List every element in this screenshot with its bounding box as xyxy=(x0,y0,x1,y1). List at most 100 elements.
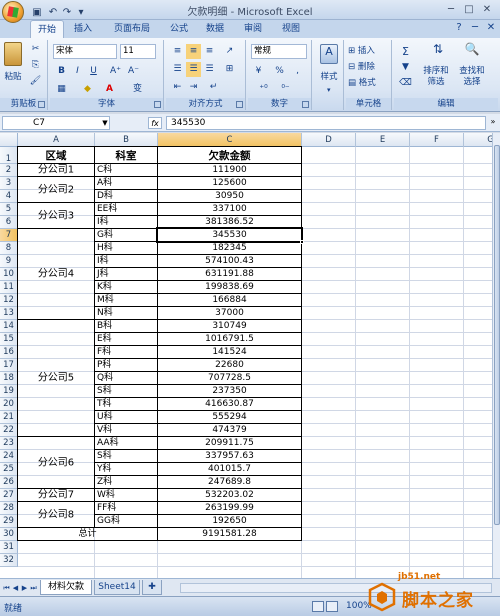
tab-formulas[interactable]: 公式 xyxy=(164,20,194,38)
amount-cell[interactable]: 631191.88 xyxy=(157,267,302,281)
row-header[interactable]: 30 xyxy=(0,528,18,541)
font-color-button[interactable]: A xyxy=(102,82,117,97)
amount-cell[interactable]: 166884 xyxy=(157,293,302,307)
fill-handle[interactable] xyxy=(300,240,304,244)
header-cell[interactable]: 欠款金额 xyxy=(157,146,302,164)
find-select-icon[interactable]: 🔍 xyxy=(464,42,480,62)
column-header[interactable]: B xyxy=(95,133,158,147)
region-cell[interactable]: 分公司3 xyxy=(17,202,95,229)
row-header[interactable]: 18 xyxy=(0,372,18,385)
dialog-launcher-icon[interactable] xyxy=(236,101,243,108)
row-header[interactable]: 27 xyxy=(0,489,18,502)
row-header[interactable]: 3 xyxy=(0,177,18,190)
row-header[interactable]: 20 xyxy=(0,398,18,411)
region-cell[interactable]: 分公司1 xyxy=(17,163,95,177)
amount-cell[interactable]: 555294 xyxy=(157,410,302,424)
tab-data[interactable]: 数据 xyxy=(200,20,230,38)
ribbon-minimize-icon[interactable]: ─ xyxy=(468,22,482,36)
dept-cell[interactable]: U科 xyxy=(94,410,158,424)
format-cells-button[interactable]: ▤ 格式 xyxy=(348,76,376,88)
amount-cell[interactable]: 30950 xyxy=(157,189,302,203)
row-header[interactable]: 11 xyxy=(0,281,18,294)
close-button[interactable]: ✕ xyxy=(478,2,496,17)
row-header[interactable]: 21 xyxy=(0,411,18,424)
total-label-cell[interactable]: 总计 xyxy=(17,527,158,541)
clear-icon[interactable]: ⌫ xyxy=(398,76,413,91)
border-icon[interactable]: ▦ xyxy=(54,82,69,97)
dept-cell[interactable]: A科 xyxy=(94,176,158,190)
amount-cell[interactable]: 310749 xyxy=(157,319,302,333)
dialog-launcher-icon[interactable] xyxy=(154,101,161,108)
dept-cell[interactable]: D科 xyxy=(94,189,158,203)
vertical-scrollbar[interactable] xyxy=(492,133,500,578)
column-header[interactable]: D xyxy=(302,133,356,147)
region-cell[interactable]: 分公司4 xyxy=(17,228,95,320)
merge-center-icon[interactable]: ⊞ xyxy=(222,62,237,77)
region-cell[interactable]: 分公司8 xyxy=(17,501,95,528)
phonetic-button[interactable]: 变 xyxy=(130,82,145,97)
dept-cell[interactable]: J科 xyxy=(94,267,158,281)
wrap-text-icon[interactable]: ↵ xyxy=(206,80,221,95)
amount-cell[interactable]: 125600 xyxy=(157,176,302,190)
dept-cell[interactable]: FF科 xyxy=(94,501,158,515)
row-header[interactable]: 25 xyxy=(0,463,18,476)
redo-icon[interactable]: ↷ xyxy=(60,6,74,20)
font-size-select[interactable]: 11 xyxy=(120,44,156,59)
amount-cell[interactable]: 263199.99 xyxy=(157,501,302,515)
styles-button[interactable]: 样式 xyxy=(314,70,344,85)
column-header[interactable]: A xyxy=(18,133,95,147)
dept-cell[interactable]: G科 xyxy=(94,228,158,242)
dept-cell[interactable]: V科 xyxy=(94,423,158,437)
cut-icon[interactable]: ✂ xyxy=(28,42,43,57)
worksheet-grid[interactable]: ABCDEFG 1 2 3 4 5 6 7 8 9 10 11 12 13 14 15 16 17 18 19 20 2… xyxy=(0,133,492,578)
row-header[interactable]: 24 xyxy=(0,450,18,463)
amount-cell[interactable]: 199838.69 xyxy=(157,280,302,294)
format-painter-icon[interactable]: 🖌 xyxy=(28,74,43,89)
dept-cell[interactable]: E科 xyxy=(94,332,158,346)
amount-cell[interactable]: 209911.75 xyxy=(157,436,302,450)
row-header[interactable]: 14 xyxy=(0,320,18,333)
insert-sheet-icon[interactable]: ✚ xyxy=(142,580,162,595)
tab-view[interactable]: 视图 xyxy=(276,20,306,38)
row-header[interactable]: 23 xyxy=(0,437,18,450)
align-left-icon[interactable]: ☰ xyxy=(170,62,185,77)
dept-cell[interactable]: AA科 xyxy=(94,436,158,450)
fill-icon[interactable]: ▼ xyxy=(398,60,413,75)
amount-cell[interactable]: 707728.5 xyxy=(157,371,302,385)
first-sheet-icon[interactable]: ⏮ xyxy=(2,582,11,594)
dept-cell[interactable]: S科 xyxy=(94,449,158,463)
decrease-indent-icon[interactable]: ⇤ xyxy=(170,80,185,95)
region-cell[interactable]: 分公司2 xyxy=(17,176,95,203)
copy-icon[interactable]: ⎘ xyxy=(28,58,43,73)
region-cell[interactable]: 分公司7 xyxy=(17,488,95,502)
find-select-button[interactable]: 查找和 选择 xyxy=(454,66,490,88)
normal-view-icon[interactable] xyxy=(312,601,324,612)
row-header[interactable]: 4 xyxy=(0,190,18,203)
save-icon[interactable]: ▣ xyxy=(30,6,44,20)
row-header[interactable]: 16 xyxy=(0,346,18,359)
header-cell[interactable]: 科室 xyxy=(94,146,158,164)
align-right-icon[interactable]: ☰ xyxy=(202,62,217,77)
paste-icon[interactable] xyxy=(4,42,22,66)
row-header[interactable]: 9 xyxy=(0,255,18,268)
active-cell-outline[interactable] xyxy=(156,227,303,243)
dept-cell[interactable]: Z科 xyxy=(94,475,158,489)
row-header[interactable]: 15 xyxy=(0,333,18,346)
amount-cell[interactable]: 37000 xyxy=(157,306,302,320)
header-cell[interactable]: 区域 xyxy=(17,146,95,164)
column-header[interactable]: F xyxy=(410,133,464,147)
amount-cell[interactable]: 237350 xyxy=(157,384,302,398)
delete-cells-button[interactable]: ⊟ 删除 xyxy=(348,60,375,72)
dept-cell[interactable]: I科 xyxy=(94,254,158,268)
fill-color-icon[interactable]: ◆ xyxy=(80,82,95,97)
row-header[interactable]: 29 xyxy=(0,515,18,528)
align-center-icon[interactable]: ☰ xyxy=(186,62,201,77)
dialog-launcher-icon[interactable] xyxy=(38,101,45,108)
paste-button[interactable]: 粘贴 xyxy=(0,70,26,85)
underline-button[interactable]: U xyxy=(86,64,101,79)
row-header[interactable]: 6 xyxy=(0,216,18,229)
insert-function-button[interactable]: fx xyxy=(148,117,162,129)
currency-icon[interactable]: ¥ xyxy=(251,64,266,79)
align-middle-icon[interactable]: ≡ xyxy=(186,44,201,59)
column-header[interactable]: G xyxy=(464,133,492,147)
